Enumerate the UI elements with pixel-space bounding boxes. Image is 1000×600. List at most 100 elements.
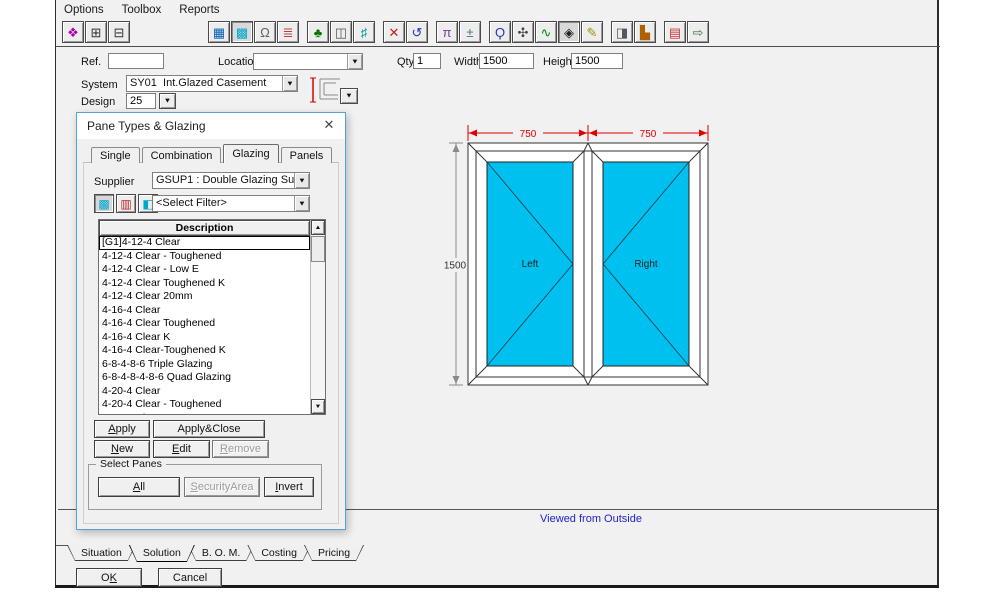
dim-750-right: 750	[640, 129, 657, 140]
balance-quantities-button[interactable]: π	[436, 21, 458, 43]
sketch-dimensions-button[interactable]: ∿	[535, 21, 557, 43]
system-combo[interactable]: SY01 Int.Glazed Casement ▼	[126, 75, 298, 92]
bottom-tab-label: Solution	[129, 545, 195, 559]
tab-panels[interactable]: Panels	[281, 147, 333, 163]
dim-1500: 1500	[444, 261, 467, 272]
list-item[interactable]: 4-16-4 Clear Toughened	[99, 317, 310, 331]
door-design-button[interactable]: ⊟	[108, 21, 130, 43]
apply-button[interactable]: Apply	[94, 420, 150, 438]
supplier-combo[interactable]: GSUP1 : Double Glazing Supp ▼	[152, 172, 310, 189]
cancel-button[interactable]: Cancel	[158, 568, 222, 587]
delete-item-button[interactable]: ✕	[383, 21, 405, 43]
list-item[interactable]: 4-20-4 Clear - Toughened	[99, 398, 310, 412]
vent-options-button[interactable]: Ω	[254, 21, 276, 43]
specification-list-button[interactable]: ≣	[277, 21, 299, 43]
list-item[interactable]: 4-12-4 Clear Toughened K	[99, 277, 310, 291]
list-item[interactable]: 4-12-4 Clear - Low E	[99, 263, 310, 277]
ref-input[interactable]	[108, 53, 164, 69]
elevation-view-button[interactable]: ◫	[330, 21, 352, 43]
chevron-down-icon: ▼	[286, 80, 294, 87]
draw-pen-icon: ✎	[587, 26, 598, 39]
toolbar-group-1: ▦▩ Ω ≣	[208, 21, 300, 43]
bottom-tab-situation[interactable]: Situation	[67, 545, 136, 561]
list-item[interactable]: 4-20-4 Clear	[99, 385, 310, 399]
supplier-dropdown-button[interactable]: ▼	[294, 173, 309, 188]
filter-dropdown-button[interactable]: ▼	[294, 196, 309, 211]
bottom-tab-solution[interactable]: Solution	[129, 545, 195, 562]
list-item[interactable]: 4-12-4 Clear - Toughened	[99, 250, 310, 264]
dialog-titlebar[interactable]: Pane Types & Glazing ✕	[77, 113, 345, 139]
project-options-button[interactable]: ❖	[62, 21, 84, 43]
list-item[interactable]: 4-16-4 Clear	[99, 304, 310, 318]
app-window: Options Toolbox Reports ❖⊞⊟▦▩Ω≣♣◫♯✕↺π±Ϙ✣…	[55, 0, 939, 588]
design-dropdown-button[interactable]: ▼	[159, 93, 176, 109]
tab-combination[interactable]: Combination	[142, 147, 222, 163]
tab-glazing[interactable]: Glazing	[223, 144, 278, 163]
frame-layout-button[interactable]: ⊞	[85, 21, 107, 43]
list-item[interactable]: 4-12-4 Clear 20mm	[99, 290, 310, 304]
description-column-header[interactable]: Description	[99, 220, 310, 236]
list-item[interactable]: 4-16-4 Clear-Toughened K	[99, 344, 310, 358]
glazing-filter-button[interactable]: ▩	[94, 194, 114, 213]
list-item[interactable]: [G1]4-12-4 Clear	[99, 236, 310, 250]
security-area-button[interactable]: Security Area	[184, 477, 260, 497]
bottom-tab-pricing[interactable]: Pricing	[304, 545, 364, 561]
menu-options[interactable]: Options	[64, 4, 104, 16]
menu-reports[interactable]: Reports	[179, 4, 219, 16]
chevron-down-icon: ▼	[164, 98, 172, 105]
ok-button[interactable]: OK	[76, 568, 142, 587]
location-dropdown-button[interactable]: ▼	[347, 54, 362, 69]
scroll-down-button[interactable]: ▼	[311, 399, 325, 414]
panel-types-button[interactable]: ▦	[208, 21, 230, 43]
location-combo[interactable]: ▼	[253, 53, 363, 70]
zoom-view-button[interactable]: Ϙ	[489, 21, 511, 43]
list-item[interactable]: 6-8-4-8-6 Triple Glazing	[99, 358, 310, 372]
draw-pen-button[interactable]: ✎	[581, 21, 603, 43]
toolbar-group-4: π±	[436, 21, 482, 43]
panel-filter-button[interactable]: ▥	[116, 194, 136, 213]
hardware-options-button[interactable]: ♯	[353, 21, 375, 43]
edit-button[interactable]: Edit	[153, 440, 210, 458]
height-input[interactable]	[571, 53, 623, 69]
remove-button[interactable]: Remove	[212, 440, 269, 458]
qty-input[interactable]	[413, 53, 441, 69]
bottom-tab-costing[interactable]: Costing	[247, 545, 311, 561]
width-label: Width	[454, 56, 482, 68]
button-label-char: R	[220, 443, 228, 455]
rotate-view-button[interactable]: ✣	[512, 21, 534, 43]
panel-filter-icon: ▥	[120, 198, 131, 210]
export-exit-button[interactable]: ⇨	[687, 21, 709, 43]
pane-glazing-button[interactable]: ▩	[231, 21, 253, 43]
width-input[interactable]	[479, 53, 534, 69]
undo-action-button[interactable]: ↺	[406, 21, 428, 43]
new-button[interactable]: New	[94, 440, 150, 458]
select-all-panes-button[interactable]: All	[98, 477, 180, 497]
product-tree-button[interactable]: ♣	[307, 21, 329, 43]
list-item[interactable]: 4-16-4 Clear K	[99, 331, 310, 345]
node-points-button[interactable]: ◈	[558, 21, 580, 43]
scroll-up-button[interactable]: ▲	[311, 220, 325, 235]
scrollbar-track[interactable]	[311, 262, 325, 399]
list-item[interactable]: 6-8-4-8-4-8-6 Quad Glazing	[99, 371, 310, 385]
camera-view-button[interactable]: ◨	[611, 21, 633, 43]
print-report-icon: ▤	[669, 26, 681, 39]
apply-and-close-button[interactable]: Apply & Close	[153, 420, 265, 438]
design-input[interactable]	[126, 93, 156, 109]
print-report-button[interactable]: ▤	[664, 21, 686, 43]
adjust-levels-button[interactable]: ±	[459, 21, 481, 43]
menu-toolbox[interactable]: Toolbox	[122, 4, 162, 16]
invert-selection-button[interactable]: Invert	[264, 477, 314, 497]
list-item[interactable]: 4-20-4 Clear K	[99, 412, 310, 415]
camera-view-icon: ◨	[616, 26, 628, 39]
close-icon[interactable]: ✕	[321, 117, 337, 133]
results-chart-button[interactable]: ▙	[634, 21, 656, 43]
tab-single[interactable]: Single	[91, 147, 140, 163]
system-dropdown-button[interactable]: ▼	[282, 76, 297, 91]
bottom-tab-b-o-m-[interactable]: B. O. M.	[188, 545, 255, 561]
filter-combo[interactable]: <Select Filter> ▼	[152, 195, 310, 212]
product-tree-icon: ♣	[314, 26, 323, 39]
profile-dropdown-button[interactable]: ▼	[340, 88, 358, 104]
scrollbar-thumb[interactable]	[311, 236, 325, 262]
vent-options-icon: Ω	[260, 26, 270, 39]
list-scrollbar[interactable]: ▲ ▼	[310, 220, 325, 414]
